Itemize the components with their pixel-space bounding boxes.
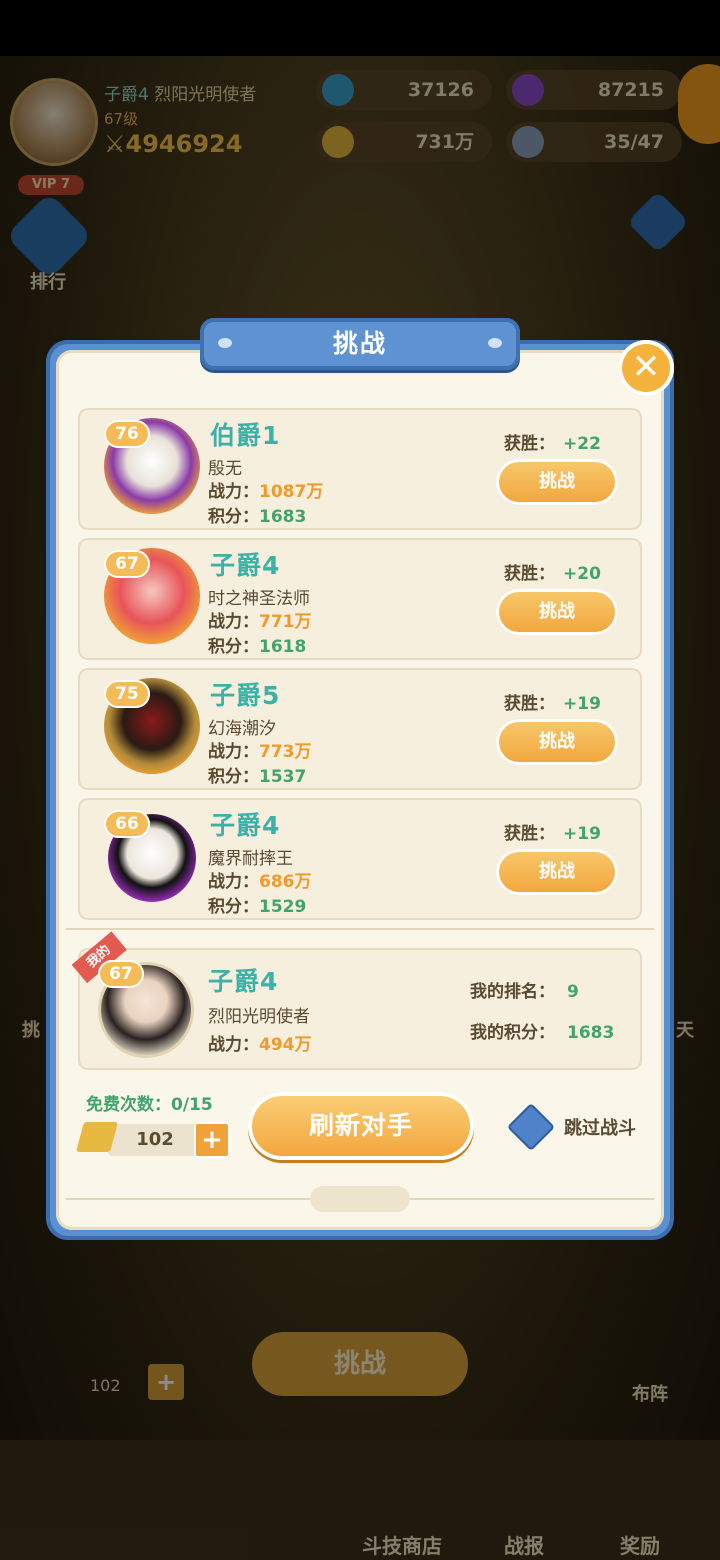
refresh-opponents-button[interactable]: 刷新对手 (248, 1092, 474, 1160)
my-score-label: 我的积分： (470, 1023, 555, 1043)
score-value: 1618 (259, 637, 307, 657)
my-rank-title: 子爵4 (208, 967, 279, 996)
challenge-button[interactable]: 挑战 (496, 849, 618, 895)
my-rank-label: 我的排名： (470, 982, 555, 1002)
win-label: 获胜： (504, 564, 555, 584)
opponent-score: 积分：1537 (208, 762, 306, 787)
opponent-power: 战力：773万 (208, 737, 312, 762)
win-reward: 获胜： +20 (504, 559, 601, 584)
challenge-button[interactable]: 挑战 (496, 719, 618, 765)
win-reward: 获胜： +19 (504, 689, 601, 714)
opponent-rank: 子爵4 (210, 811, 281, 840)
opponent-name: 魔界耐摔王 (208, 849, 293, 869)
power-label: 战力： (208, 1035, 259, 1055)
status-bar (0, 0, 720, 56)
opponent-score: 积分：1529 (208, 892, 306, 917)
power-value: 686万 (259, 872, 312, 892)
win-label: 获胜： (504, 694, 555, 714)
power-label: 战力： (208, 872, 259, 892)
score-value: 1529 (259, 897, 307, 917)
close-button[interactable]: ✕ (618, 340, 674, 396)
win-reward: 获胜： +19 (504, 819, 601, 844)
win-label: 获胜： (504, 824, 555, 844)
my-score-value: 1683 (567, 1023, 615, 1043)
power-label: 战力： (208, 482, 259, 502)
win-reward: 获胜： +22 (504, 429, 601, 454)
my-name: 烈阳光明使者 (208, 1007, 310, 1027)
my-score: 我的积分： 1683 (470, 1018, 614, 1043)
opponent-rank: 子爵5 (210, 681, 281, 710)
opponent-rank: 子爵4 (210, 551, 281, 580)
opponent-score: 积分：1618 (208, 632, 306, 657)
divider (66, 928, 654, 930)
score-value: 1537 (259, 767, 307, 787)
bottom-ornament (310, 1186, 410, 1212)
score-label: 积分： (208, 637, 259, 657)
ticket-count: 102 (108, 1124, 202, 1156)
score-label: 积分： (208, 767, 259, 787)
score-label: 积分： (208, 507, 259, 527)
opponent-name: 殷无 (208, 459, 242, 479)
my-rank-value: 9 (567, 982, 579, 1002)
level-badge: 76 (104, 420, 150, 448)
score-label: 积分： (208, 897, 259, 917)
opponent-name: 幻海潮汐 (208, 719, 276, 739)
power-label: 战力： (208, 742, 259, 762)
opponent-power: 战力：1087万 (208, 477, 323, 502)
my-power-value: 494万 (259, 1035, 312, 1055)
win-value: +20 (563, 564, 601, 584)
level-badge: 75 (104, 680, 150, 708)
power-value: 1087万 (259, 482, 324, 502)
score-value: 1683 (259, 507, 307, 527)
my-level-badge: 67 (98, 960, 144, 988)
win-value: +19 (563, 694, 601, 714)
challenge-button[interactable]: 挑战 (496, 589, 618, 635)
win-value: +19 (563, 824, 601, 844)
opponent-power: 战力：686万 (208, 867, 312, 892)
my-ranking: 我的排名： 9 (470, 977, 579, 1002)
add-ticket-button[interactable]: + (194, 1122, 230, 1158)
dialog-title: 挑战 (332, 329, 387, 358)
opponent-name: 时之神圣法师 (208, 589, 310, 609)
level-badge: 67 (104, 550, 150, 578)
challenge-button[interactable]: 挑战 (496, 459, 618, 505)
free-attempts: 免费次数：0/15 (86, 1095, 213, 1115)
my-power: 战力：494万 (208, 1030, 312, 1055)
power-label: 战力： (208, 612, 259, 632)
power-value: 771万 (259, 612, 312, 632)
opponent-power: 战力：771万 (208, 607, 312, 632)
power-value: 773万 (259, 742, 312, 762)
skip-battle-label[interactable]: 跳过战斗 (564, 1114, 636, 1140)
win-label: 获胜： (504, 434, 555, 454)
opponent-score: 积分：1683 (208, 502, 306, 527)
win-value: +22 (563, 434, 601, 454)
opponent-rank: 伯爵1 (210, 421, 281, 450)
level-badge: 66 (104, 810, 150, 838)
